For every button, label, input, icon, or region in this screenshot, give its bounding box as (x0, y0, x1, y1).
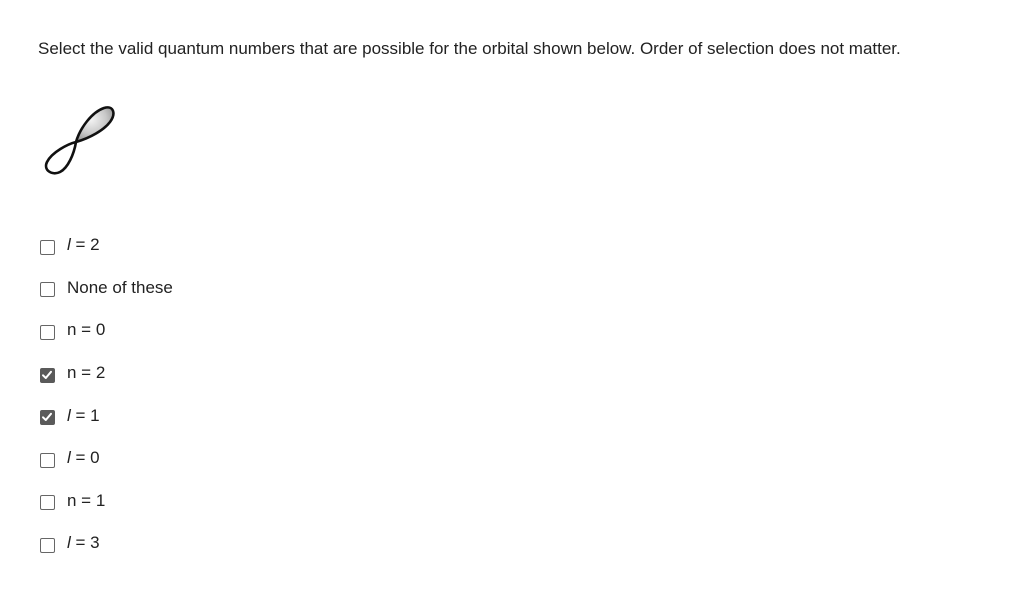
option-label: n = 2 (67, 363, 106, 383)
checkmark-icon (42, 370, 52, 379)
checkbox[interactable] (40, 367, 55, 383)
checkbox[interactable] (40, 324, 55, 340)
option-label: None of these (67, 277, 173, 297)
option-n-1[interactable]: n = 1 (40, 480, 173, 523)
checkbox[interactable] (40, 495, 55, 511)
p-orbital-icon (40, 102, 120, 182)
checkbox[interactable] (40, 537, 55, 553)
checkbox[interactable] (40, 410, 55, 426)
checkbox[interactable] (40, 239, 55, 255)
option-l-2[interactable]: l = 2 (40, 224, 173, 267)
option-n-2[interactable]: n = 2 (40, 352, 173, 395)
checkbox[interactable] (40, 282, 55, 298)
option-label: l = 1 (67, 405, 100, 425)
option-n-0[interactable]: n = 0 (40, 309, 173, 352)
answer-options: l = 2 None of these n = 0 n = 2 l = 1 l … (40, 224, 173, 565)
option-l-0[interactable]: l = 0 (40, 437, 173, 480)
option-label: l = 0 (67, 448, 100, 468)
option-l-3[interactable]: l = 3 (40, 522, 173, 565)
checkmark-icon (42, 412, 52, 422)
option-l-1[interactable]: l = 1 (40, 394, 173, 437)
checkbox[interactable] (40, 452, 55, 468)
option-label: l = 2 (67, 235, 100, 255)
question-text: Select the valid quantum numbers that ar… (38, 39, 901, 58)
option-label: n = 1 (67, 490, 106, 510)
option-label: n = 0 (67, 320, 106, 340)
option-none-of-these[interactable]: None of these (40, 267, 173, 310)
option-label: l = 3 (67, 533, 100, 553)
